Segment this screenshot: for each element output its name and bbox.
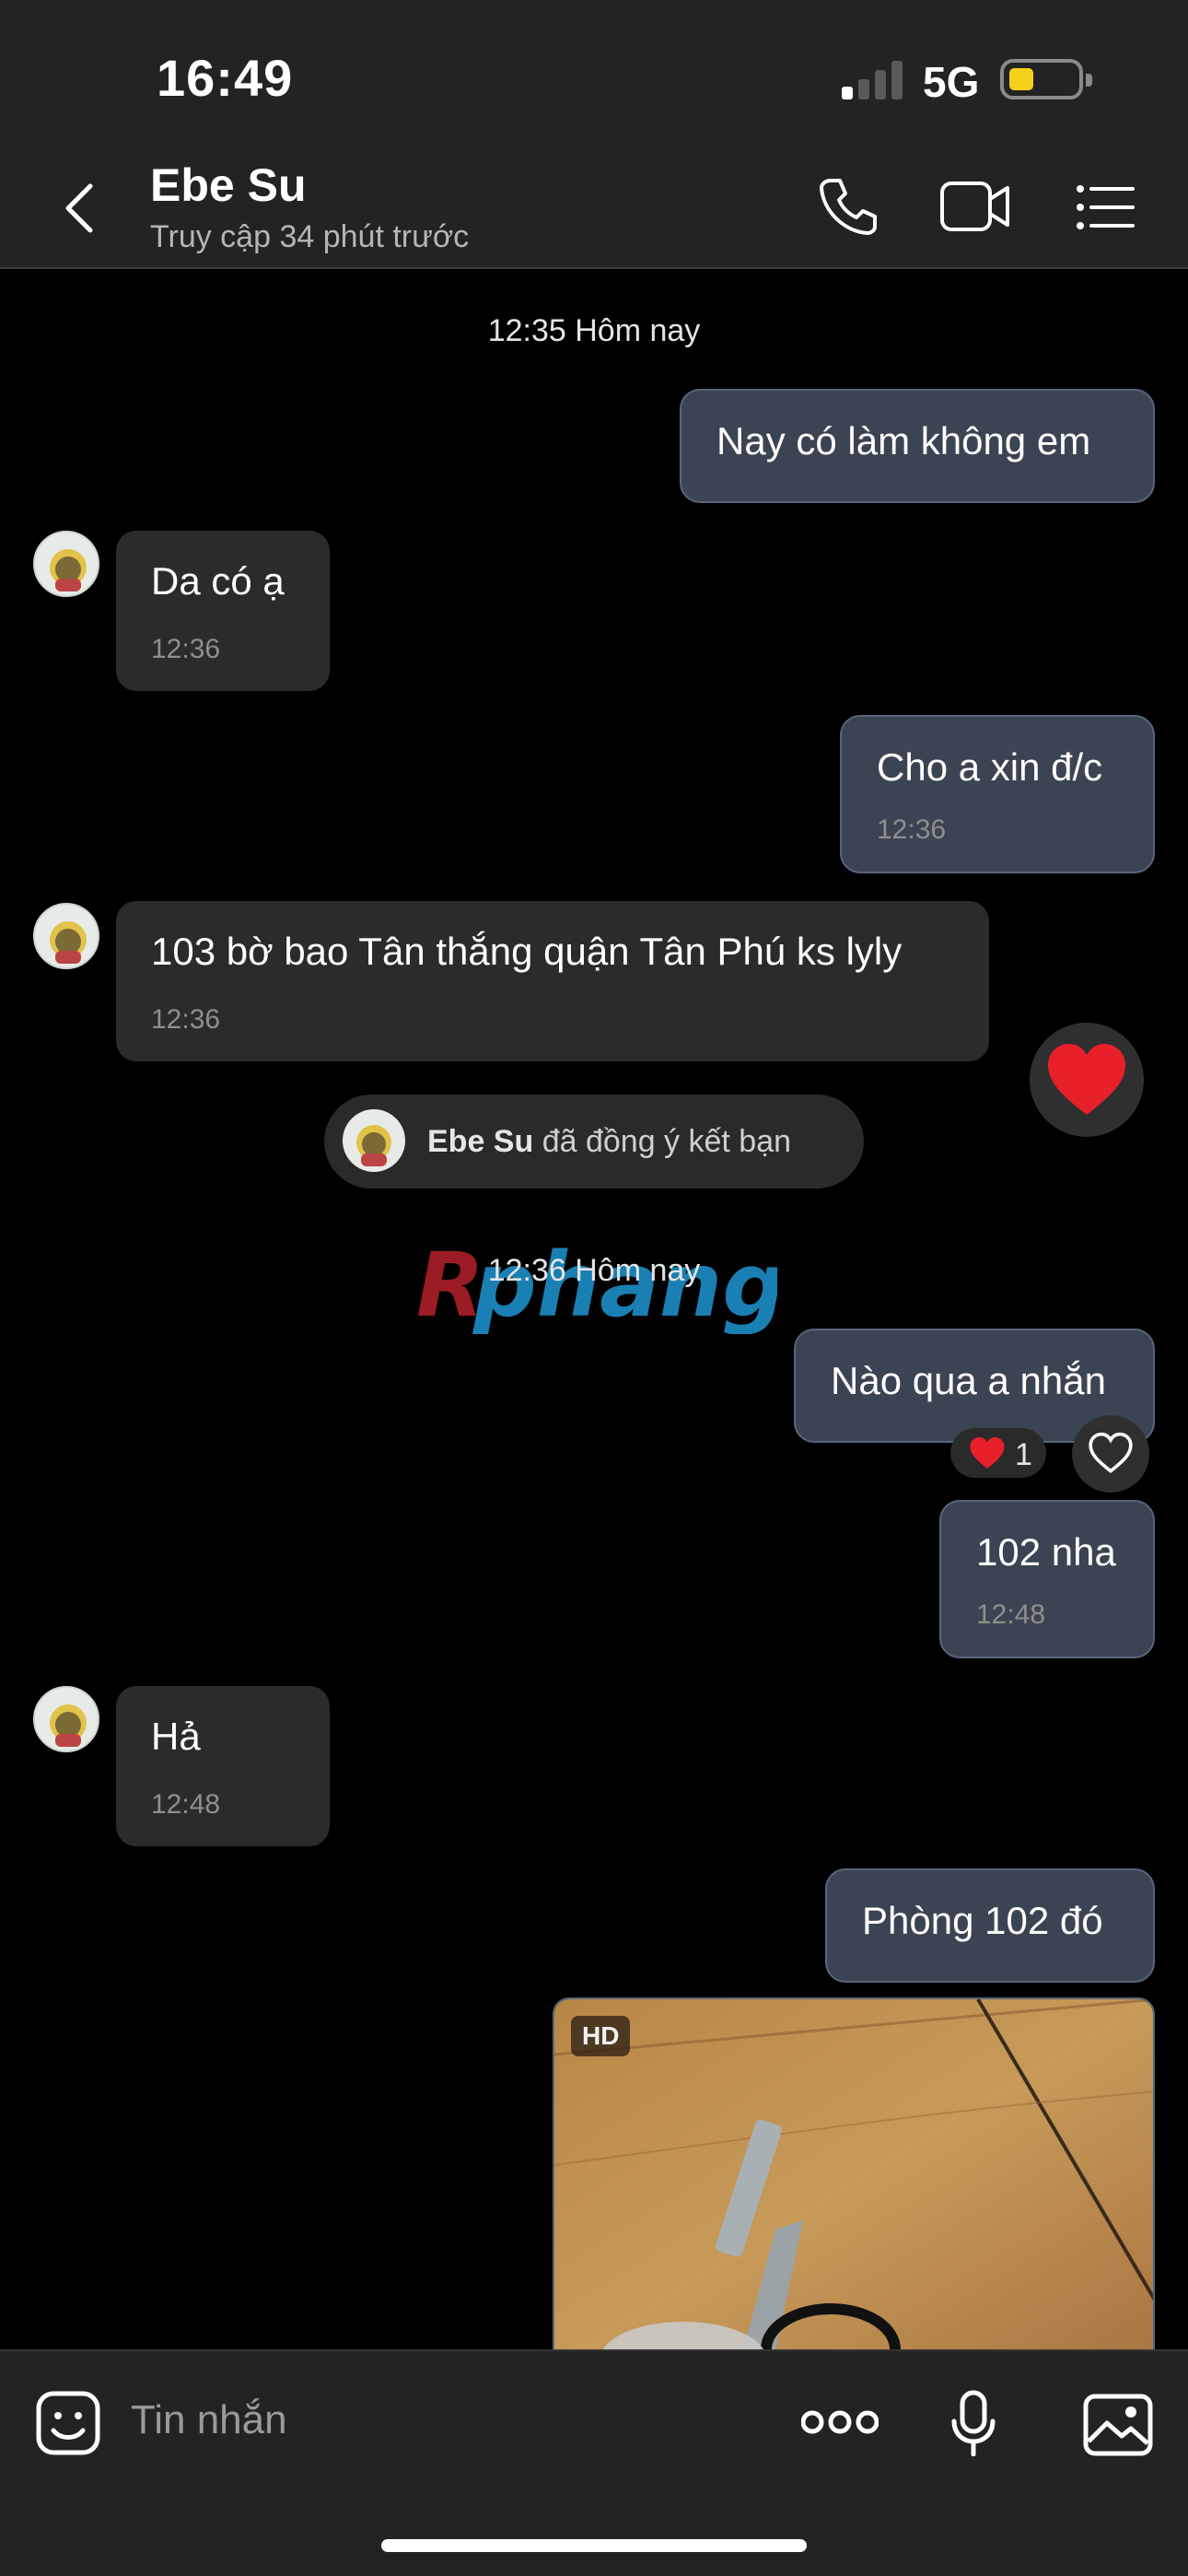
message-time: 12:36: [151, 634, 221, 664]
message-time: 12:48: [151, 1789, 221, 1820]
status-time: 16:49: [157, 49, 294, 107]
avatar[interactable]: [33, 531, 99, 597]
message-outgoing[interactable]: Cho a xin đ/c 12:36: [840, 715, 1155, 873]
last-seen: Truy cập 34 phút trước: [150, 219, 470, 254]
message-text: Nào qua a nhắn: [831, 1359, 1106, 1402]
emoji-icon[interactable]: [35, 2390, 101, 2456]
message-input[interactable]: Tin nhắn: [131, 2397, 287, 2443]
photo-message[interactable]: HD: [553, 1997, 1155, 2366]
avatar[interactable]: [33, 1686, 99, 1752]
heart-icon: [970, 1436, 1005, 1469]
message-reaction[interactable]: 1: [950, 1428, 1046, 1478]
contact-name[interactable]: Ebe Su: [150, 158, 306, 212]
system-name: Ebe Su: [427, 1124, 534, 1159]
message-outgoing[interactable]: Nay có làm không em: [680, 389, 1155, 503]
network-label: 5G: [923, 58, 980, 106]
friend-accepted-notice: Ebe Su đã đồng ý kết bạn: [324, 1095, 864, 1188]
react-button[interactable]: [1072, 1415, 1149, 1493]
video-call-icon[interactable]: [939, 181, 1011, 232]
back-icon[interactable]: [61, 181, 98, 236]
system-message: đã đồng ý kết bạn: [533, 1124, 792, 1159]
reaction-count: 1: [1015, 1437, 1032, 1472]
home-indicator[interactable]: [381, 2539, 807, 2552]
photo-thumbnail: [554, 1999, 1153, 2364]
message-incoming[interactable]: Hả 12:48: [116, 1686, 330, 1846]
message-text: Cho a xin đ/c: [877, 745, 1103, 789]
quick-heart-reaction[interactable]: [1030, 1023, 1144, 1137]
date-separator: 12:36 Hôm nay: [487, 1253, 701, 1288]
hd-badge: HD: [571, 2016, 631, 2056]
date-separator: 12:35 Hôm nay: [487, 313, 701, 348]
message-text: Nay có làm không em: [716, 419, 1091, 463]
microphone-icon[interactable]: [950, 2390, 996, 2456]
heart-outline-icon: [1089, 1432, 1133, 1474]
heart-icon: [1048, 1044, 1125, 1115]
message-outgoing[interactable]: 102 nha 12:48: [939, 1500, 1155, 1658]
message-text: Hả: [151, 1715, 201, 1758]
top-bar: 16:49 5G Ebe Su Truy cập 34 phút trước: [0, 0, 1188, 269]
image-gallery-icon[interactable]: [1083, 2394, 1153, 2456]
more-icon[interactable]: [801, 2408, 879, 2436]
message-text: 103 bờ bao Tân thắng quận Tân Phú ks lyl…: [151, 930, 903, 973]
message-time: 12:36: [877, 814, 947, 845]
message-incoming[interactable]: 103 bờ bao Tân thắng quận Tân Phú ks lyl…: [116, 901, 989, 1061]
message-time: 12:48: [976, 1599, 1046, 1630]
message-text: 102 nha: [976, 1530, 1116, 1574]
menu-list-icon[interactable]: [1076, 184, 1135, 230]
message-incoming[interactable]: Da có ạ 12:36: [116, 531, 330, 691]
system-text: Ebe Su đã đồng ý kết bạn: [427, 1124, 791, 1160]
message-time: 12:36: [151, 1004, 221, 1035]
avatar[interactable]: [33, 903, 99, 969]
avatar: [343, 1109, 405, 1172]
message-outgoing[interactable]: Phòng 102 đó: [825, 1868, 1155, 1983]
message-text: Da có ạ: [151, 559, 285, 603]
message-text: Phòng 102 đó: [862, 1899, 1103, 1942]
signal-icon: [842, 59, 906, 100]
phone-icon[interactable]: [818, 175, 879, 236]
battery-icon: [1000, 59, 1092, 100]
